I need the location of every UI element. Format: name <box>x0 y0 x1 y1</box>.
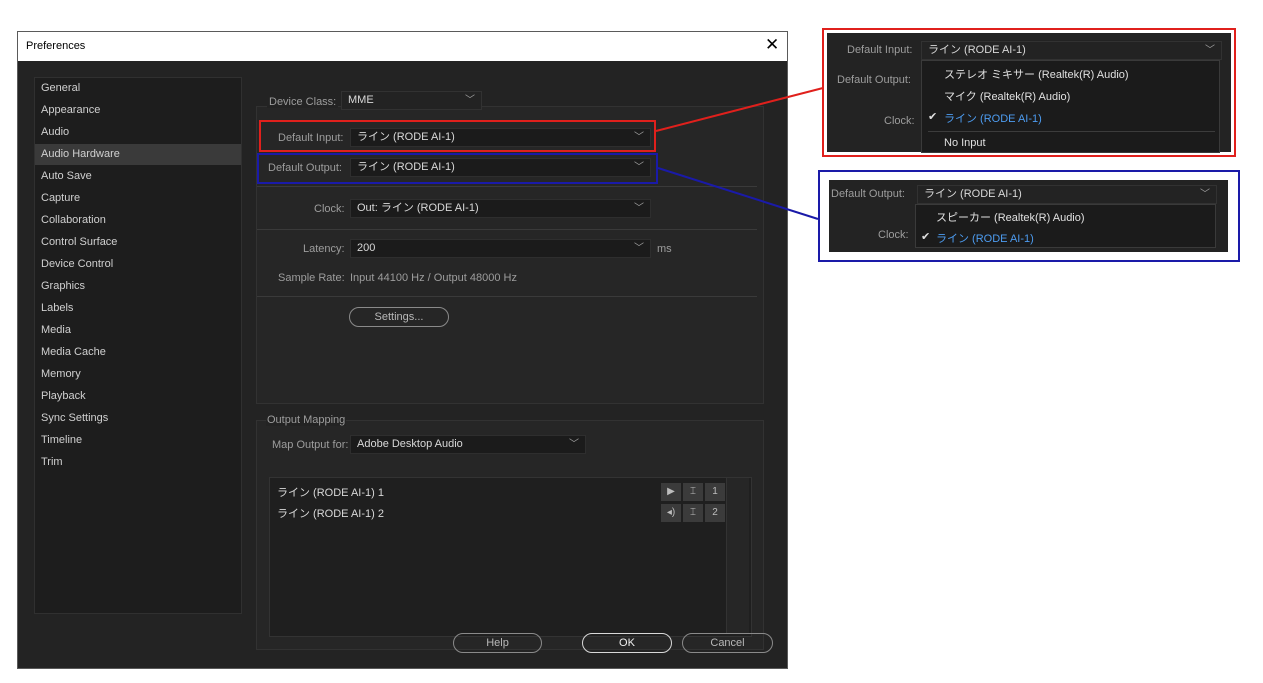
chevron-down-icon: ﹀ <box>1200 189 1210 200</box>
divider <box>928 131 1215 132</box>
zoom-default-input-value: ライン (RODE AI-1) <box>928 44 1026 56</box>
checkmark-icon: ✔ <box>928 111 938 123</box>
checkmark-icon: ✔ <box>921 231 931 243</box>
zoom-clock-label: Clock: <box>884 115 915 127</box>
input-zoom-panel: Default Input: ライン (RODE AI-1) ﹀ Default… <box>827 33 1231 153</box>
red-connector-line <box>655 87 824 132</box>
zoom-default-output-label: Default Output: <box>831 188 905 200</box>
input-dropdown-list: ステレオ ミキサー (Realtek(R) Audio) マイク (Realte… <box>921 60 1220 153</box>
blue-connector-line <box>657 167 819 220</box>
dropdown-option-selected[interactable]: ライン (RODE AI-1) <box>936 230 1034 246</box>
chevron-down-icon: ﹀ <box>1205 45 1215 56</box>
dropdown-option[interactable]: マイク (Realtek(R) Audio) <box>944 88 1070 104</box>
output-zoom-frame: Default Output: ライン (RODE AI-1) ﹀ Clock:… <box>818 170 1240 262</box>
zoom-default-output-label: Default Output: <box>837 74 911 86</box>
zoom-clock-label: Clock: <box>878 229 909 241</box>
zoom-default-input-label: Default Input: <box>847 44 913 56</box>
zoom-default-output-select[interactable]: ライン (RODE AI-1) ﹀ <box>917 185 1217 204</box>
dropdown-option-selected[interactable]: ライン (RODE AI-1) <box>944 110 1042 126</box>
dropdown-option[interactable]: スピーカー (Realtek(R) Audio) <box>936 209 1085 225</box>
dropdown-option[interactable]: No Input <box>944 137 986 149</box>
zoom-default-input-select[interactable]: ライン (RODE AI-1) ﹀ <box>921 41 1222 60</box>
dropdown-option[interactable]: ステレオ ミキサー (Realtek(R) Audio) <box>944 66 1129 82</box>
output-dropdown-list: スピーカー (Realtek(R) Audio) ✔ ライン (RODE AI-… <box>915 204 1216 248</box>
zoom-default-output-value: ライン (RODE AI-1) <box>924 188 1022 200</box>
output-zoom-panel: Default Output: ライン (RODE AI-1) ﹀ Clock:… <box>829 180 1228 252</box>
input-zoom-frame: Default Input: ライン (RODE AI-1) ﹀ Default… <box>822 28 1236 157</box>
